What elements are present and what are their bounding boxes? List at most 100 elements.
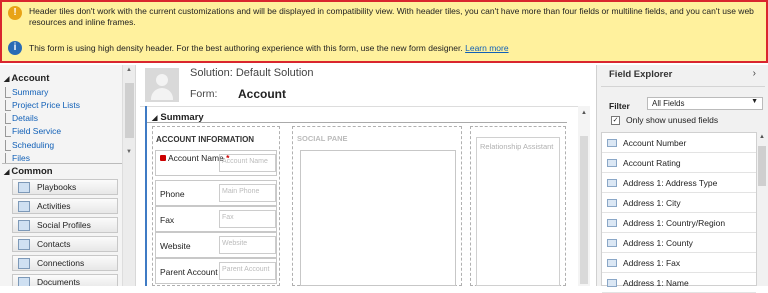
field-list-item-label: Address 1: Fax (623, 257, 681, 268)
field-list-item-label: Address 1: Name (623, 277, 689, 288)
field-explorer-title: Field Explorer (609, 69, 673, 80)
field-account-name[interactable]: Account Name * Account Name (155, 150, 277, 176)
field-list: Account Number Account Rating Address 1:… (601, 132, 757, 293)
field-icon (607, 258, 617, 267)
field-list-item[interactable]: Address 1: Country/Region (602, 213, 756, 233)
scroll-up-icon[interactable]: ▲ (759, 134, 765, 140)
field-website[interactable]: Website Website (155, 232, 277, 258)
nav-link-field-service[interactable]: Field Service (4, 126, 61, 137)
nav-link-summary[interactable]: Summary (4, 87, 48, 98)
field-input[interactable]: Fax (219, 210, 276, 228)
nav-link-project-price-lists[interactable]: Project Price Lists (4, 100, 80, 111)
field-icon (607, 278, 617, 287)
field-input[interactable]: Account Name (219, 154, 276, 172)
field-icon (607, 218, 617, 227)
left-navigation: ◢ Account Summary Project Price Lists Det… (0, 65, 136, 286)
info-icon: i (8, 41, 22, 55)
chevron-right-icon[interactable]: › (753, 68, 756, 79)
entity-image-placeholder (145, 68, 179, 102)
field-list-item[interactable]: Address 1: Address Type (602, 173, 756, 193)
form-name: Account (238, 87, 286, 101)
field-label-text: Account Name (168, 153, 224, 163)
tab-selection-indicator (145, 106, 147, 286)
info-text: This form is using high density header. … (29, 43, 463, 53)
nav-scrollbar[interactable]: ▲ ▼ (122, 65, 135, 286)
nav-link-files[interactable]: Files (5, 153, 30, 164)
field-list-scrollbar[interactable]: ▲ (757, 132, 767, 286)
warning-icon: ! (8, 6, 22, 20)
nav-item-label: Social Profiles (37, 220, 91, 230)
lock-icon (160, 155, 166, 161)
field-list-item[interactable]: Address 1: County (602, 233, 756, 253)
field-list-scroll-thumb[interactable] (758, 146, 766, 186)
nav-heading-account[interactable]: ◢ Account (4, 73, 49, 84)
field-list-item-label: Address 1: City (623, 197, 681, 208)
contacts-icon (18, 238, 30, 250)
nav-item-label: Activities (37, 201, 71, 211)
field-list-item[interactable]: Account Rating (602, 153, 756, 173)
field-icon (607, 198, 617, 207)
field-phone[interactable]: Phone Main Phone (155, 180, 277, 206)
scroll-down-icon[interactable]: ▼ (126, 149, 132, 155)
dropdown-arrow-icon: ▼ (751, 98, 758, 105)
collapse-triangle-icon: ◢ (4, 169, 10, 176)
field-list-item-label: Address 1: County (623, 237, 693, 248)
learn-more-link[interactable]: Learn more (465, 43, 508, 53)
filter-select[interactable]: All Fields ▼ (647, 97, 763, 110)
checkbox-checked-icon[interactable]: ✓ (611, 115, 620, 125)
social-profiles-icon (18, 219, 30, 231)
field-input[interactable]: Website (219, 236, 276, 254)
nav-item-connections[interactable]: Connections (12, 255, 118, 271)
field-list-item-label: Address 1: Address Type (623, 177, 718, 188)
section-account-information-title: ACCOUNT INFORMATION (156, 135, 255, 144)
scroll-up-icon[interactable]: ▲ (581, 110, 587, 116)
nav-item-social-profiles[interactable]: Social Profiles (12, 217, 118, 233)
collapse-triangle-icon: ◢ (4, 76, 10, 83)
collapse-triangle-icon: ◢ (152, 115, 158, 122)
field-list-item[interactable]: Address 1: City (602, 193, 756, 213)
canvas-scroll-thumb[interactable] (580, 136, 588, 284)
field-label: Phone (160, 189, 185, 199)
field-parent-account[interactable]: Parent Account Parent Account (155, 258, 277, 284)
only-unused-label: Only show unused fields (626, 115, 719, 125)
warning-notice: ! Header tiles don't work with the curre… (8, 6, 768, 28)
notification-banner: ! Header tiles don't work with the curre… (0, 0, 768, 63)
field-icon (607, 238, 617, 247)
nav-item-contacts[interactable]: Contacts (12, 236, 118, 252)
nav-item-documents[interactable]: Documents (12, 274, 118, 286)
nav-item-label: Connections (37, 258, 85, 268)
field-input[interactable]: Parent Account (219, 262, 276, 280)
nav-item-label: Playbooks (37, 182, 77, 192)
social-pane-control[interactable] (300, 150, 456, 286)
field-icon (607, 178, 617, 187)
nav-item-label: Documents (37, 277, 80, 286)
nav-link-details[interactable]: Details (5, 113, 38, 124)
field-icon (607, 138, 617, 147)
filter-label: Filter (609, 101, 630, 111)
field-fax[interactable]: Fax Fax (155, 206, 277, 232)
solution-label: Solution: Default Solution (190, 67, 314, 79)
nav-heading-common[interactable]: ◢ Common (4, 166, 53, 177)
only-unused-checkbox[interactable]: ✓ Only show unused fields (611, 115, 718, 125)
field-explorer: Field Explorer › Filter All Fields ▼ ✓ Onl… (596, 65, 768, 293)
field-list-item[interactable]: Address 1: Name (602, 273, 756, 293)
canvas-scrollbar[interactable]: ▲ (578, 106, 590, 286)
nav-link-scheduling[interactable]: Scheduling (4, 140, 54, 151)
field-list-item-label: Account Number (623, 137, 687, 148)
scroll-up-icon[interactable]: ▲ (126, 67, 132, 73)
nav-heading-label: Account (11, 73, 50, 84)
nav-item-activities[interactable]: Activities (12, 198, 118, 214)
field-list-item[interactable]: Account Number (602, 133, 756, 153)
field-list-item[interactable]: Address 1: Fax (602, 253, 756, 273)
field-icon (607, 158, 617, 167)
nav-item-label: Contacts (37, 239, 71, 249)
documents-icon (18, 276, 30, 286)
field-label: Parent Account (160, 267, 218, 277)
nav-scroll-thumb[interactable] (125, 83, 134, 138)
nav-item-playbooks[interactable]: Playbooks (12, 179, 118, 195)
playbooks-icon (18, 181, 30, 193)
relationship-assistant-control[interactable] (476, 137, 560, 286)
form-label: Form: (190, 88, 218, 100)
field-input[interactable]: Main Phone (219, 184, 276, 202)
field-label: Website (160, 241, 191, 251)
